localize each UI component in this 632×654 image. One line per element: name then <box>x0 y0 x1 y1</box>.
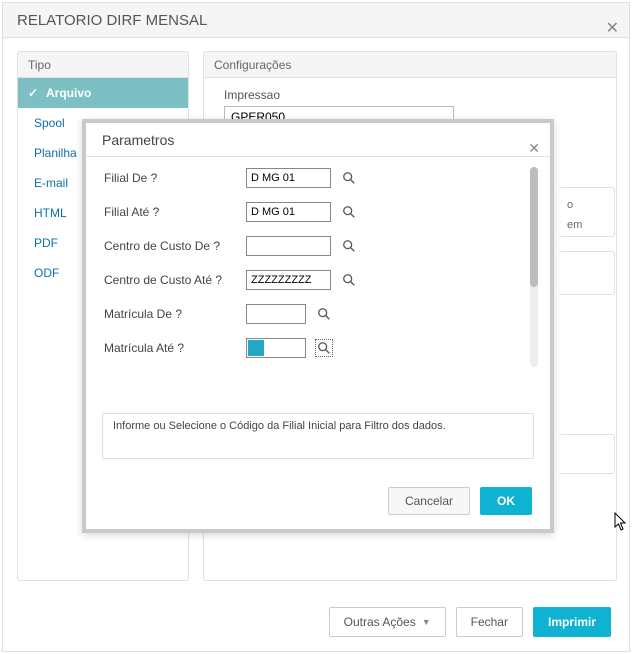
matricula-ate-input[interactable] <box>246 338 306 358</box>
parametros-modal: Parametros ✕ Filial De ? Filial Até ? Ce… <box>82 119 554 533</box>
help-text: Informe ou Selecione o Código da Filial … <box>113 420 446 432</box>
ccusto-ate-input[interactable] <box>246 270 331 290</box>
search-icon[interactable] <box>316 340 332 356</box>
param-label: Centro de Custo Até ? <box>96 273 246 287</box>
main-title: RELATORIO DIRF MENSAL <box>17 12 207 29</box>
param-row-matricula-ate: Matrícula Até ? <box>96 331 540 365</box>
impressao-label: Impressao <box>224 88 616 102</box>
bottom-toolbar: Outras Ações ▼ Fechar Imprimir <box>329 607 611 637</box>
partial-box <box>559 434 615 474</box>
param-label: Filial Até ? <box>96 205 246 219</box>
param-label: Matrícula Até ? <box>96 341 246 355</box>
filial-de-input[interactable] <box>246 168 331 188</box>
search-icon[interactable] <box>316 306 332 322</box>
param-row-matricula-de: Matrícula De ? <box>96 297 540 331</box>
matricula-de-input[interactable] <box>246 304 306 324</box>
fechar-button[interactable]: Fechar <box>456 607 523 637</box>
param-row-filial-de: Filial De ? <box>96 161 540 195</box>
param-label: Filial De ? <box>96 171 246 185</box>
filial-ate-input[interactable] <box>246 202 331 222</box>
param-label: Matrícula De ? <box>96 307 246 321</box>
text-cursor <box>248 340 264 356</box>
partial-text: o <box>567 199 573 211</box>
param-label: Centro de Custo De ? <box>96 239 246 253</box>
param-row-filial-ate: Filial Até ? <box>96 195 540 229</box>
scrollbar[interactable] <box>530 167 538 367</box>
partial-box <box>559 251 615 295</box>
tipo-item-arquivo[interactable]: Arquivo <box>18 78 188 108</box>
partial-text: em <box>567 219 582 231</box>
modal-title: Parametros <box>102 132 174 148</box>
modal-body: Filial De ? Filial Até ? Centro de Custo… <box>86 157 550 405</box>
mouse-cursor <box>614 512 628 532</box>
chevron-down-icon: ▼ <box>422 617 431 627</box>
modal-scroll-area: Filial De ? Filial Até ? Centro de Custo… <box>96 161 540 405</box>
ok-button[interactable]: OK <box>480 487 532 515</box>
search-icon[interactable] <box>341 238 357 254</box>
ccusto-de-input[interactable] <box>246 236 331 256</box>
tipo-header: Tipo <box>18 52 188 78</box>
cancel-button[interactable]: Cancelar <box>388 487 470 515</box>
outras-acoes-button[interactable]: Outras Ações ▼ <box>329 607 446 637</box>
search-icon[interactable] <box>341 272 357 288</box>
main-title-bar: RELATORIO DIRF MENSAL ✕ <box>3 3 629 38</box>
help-text-box: Informe ou Selecione o Código da Filial … <box>102 413 534 459</box>
param-row-ccusto-ate: Centro de Custo Até ? <box>96 263 540 297</box>
search-icon[interactable] <box>341 170 357 186</box>
config-header: Configurações <box>204 52 616 78</box>
param-row-ccusto-de: Centro de Custo De ? <box>96 229 540 263</box>
close-icon[interactable]: ✕ <box>606 11 619 46</box>
modal-footer: Cancelar OK <box>388 487 532 515</box>
scrollbar-thumb[interactable] <box>530 167 538 287</box>
search-icon[interactable] <box>341 204 357 220</box>
imprimir-button[interactable]: Imprimir <box>533 607 611 637</box>
modal-title-bar: Parametros ✕ <box>86 123 550 157</box>
